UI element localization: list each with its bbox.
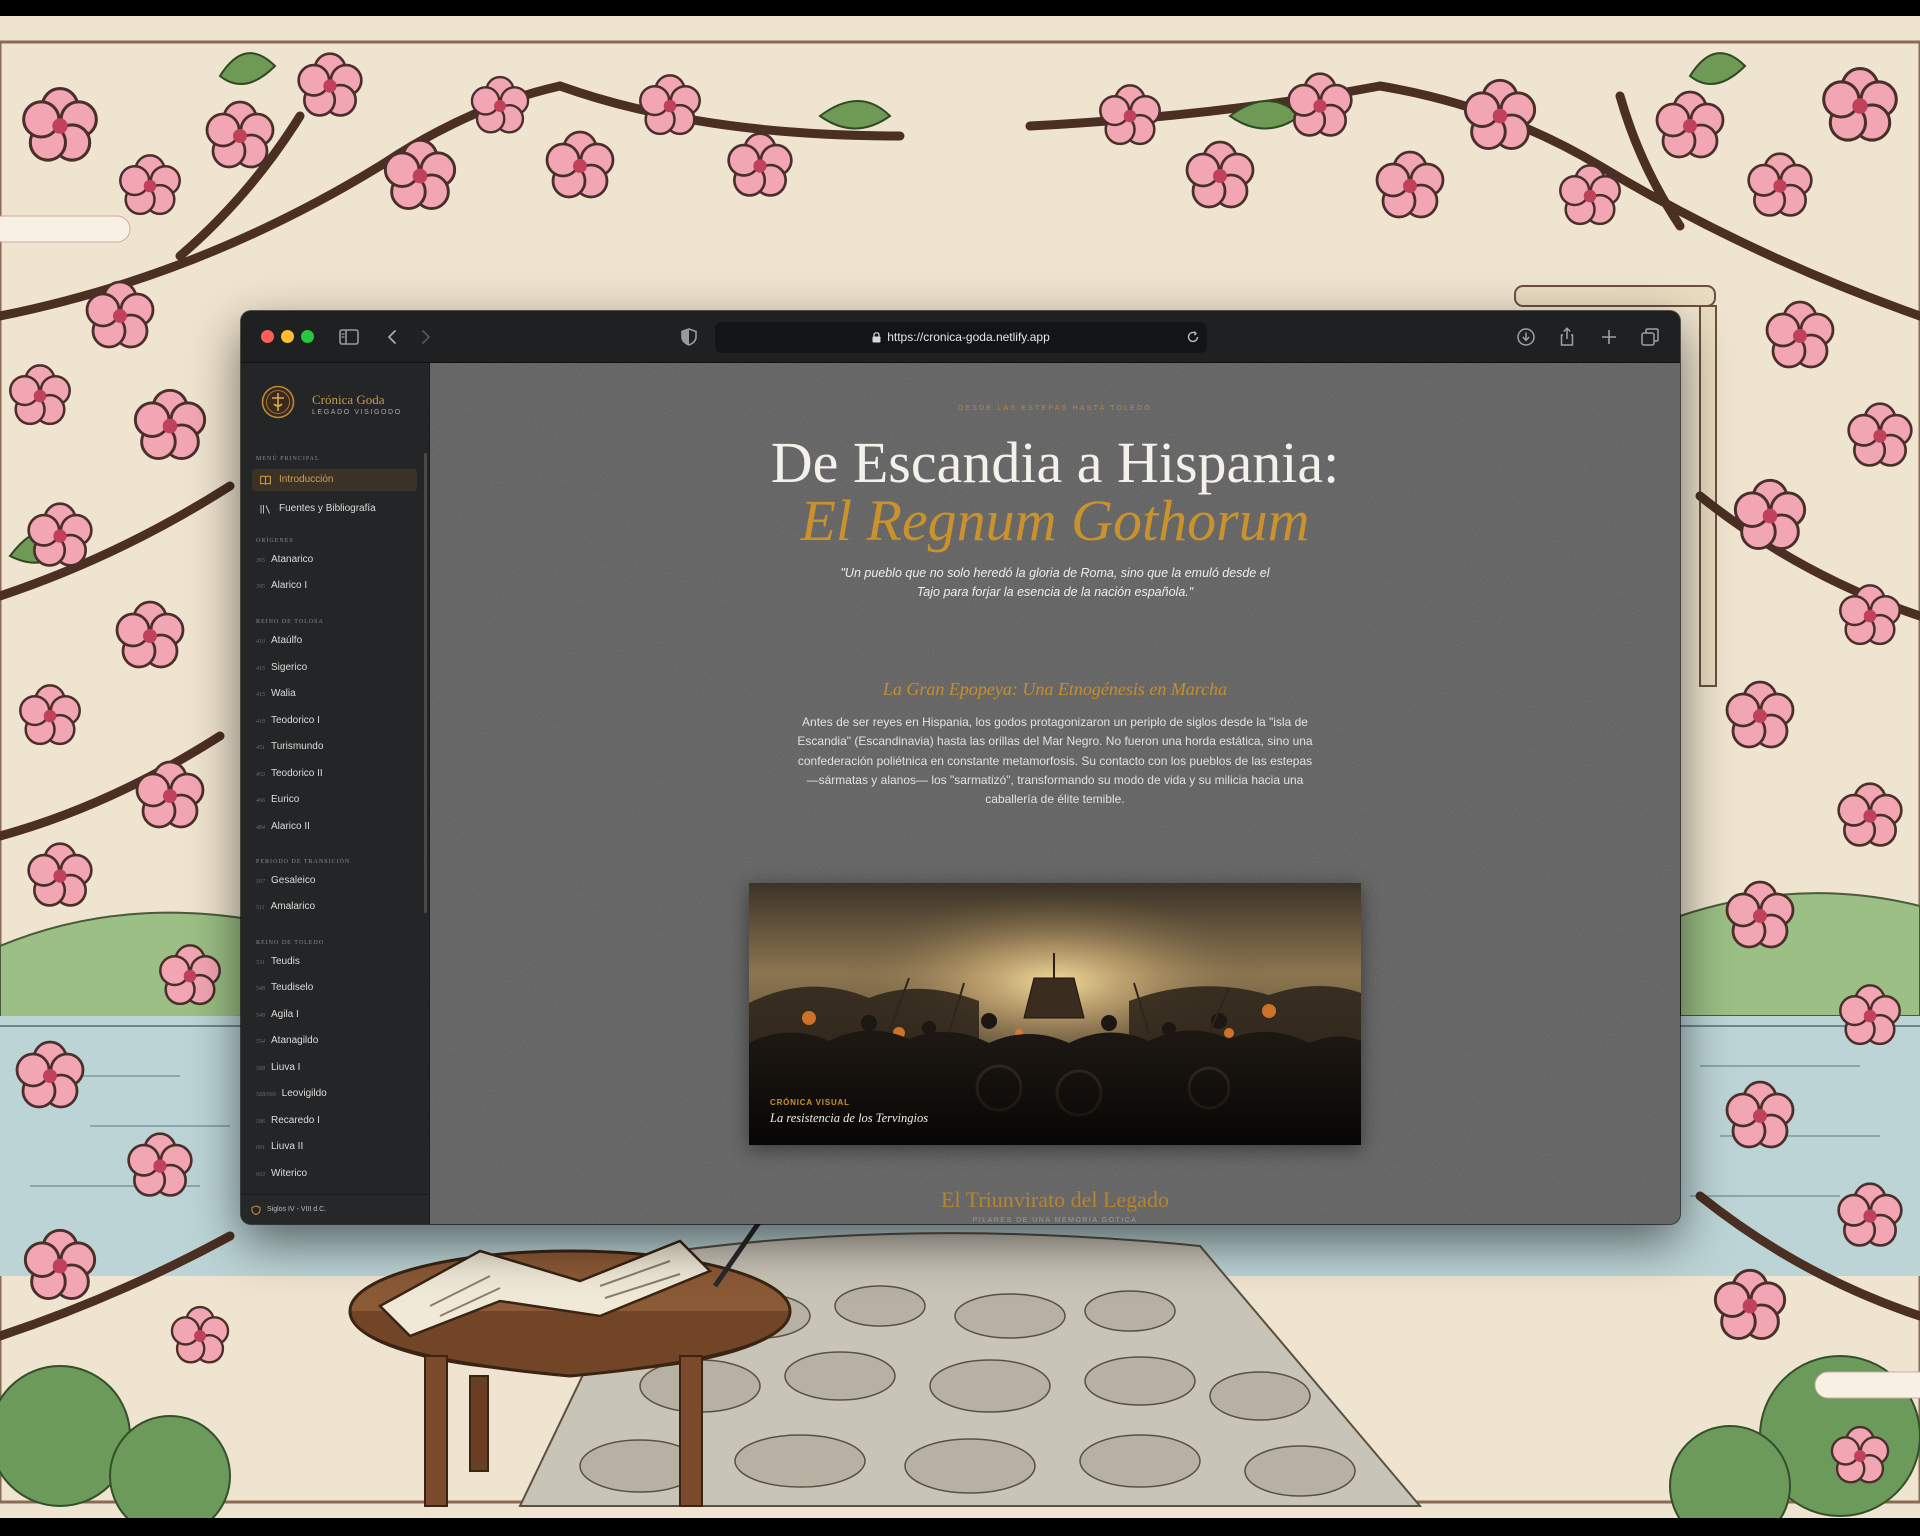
section-body: Antes de ser reyes en Hispania, los godo…: [797, 715, 1313, 807]
zoom-window-button[interactable]: [301, 330, 314, 343]
king-item[interactable]: 418 Teodorico I: [256, 713, 320, 729]
king-item[interactable]: 511 Amalarico: [256, 899, 315, 915]
battle-illustration[interactable]: CRÓNICA VISUAL La resistencia de los Ter…: [749, 883, 1361, 1145]
section-reino-toledo: REINO DE TOLEDO: [256, 940, 325, 946]
hero-quote: "Un pueblo que no solo heredó la gloria …: [840, 566, 1270, 599]
browser-toolbar: https://cronica-goda.netlify.app: [241, 311, 1680, 363]
forward-icon[interactable]: [413, 325, 437, 349]
sidebar-footer: Siglos IV - VIII d.C.: [241, 1194, 429, 1224]
brand-name: Crónica Goda: [312, 392, 385, 407]
nav-introduccion-label: Introducción: [279, 474, 334, 485]
nav-fuentes-label: Fuentes y Bibliografía: [279, 503, 376, 514]
figure-kicker: CRÓNICA VISUAL: [770, 1098, 850, 1107]
page-title: De Escandia a Hispania:: [770, 430, 1340, 495]
nav-fuentes-bibliografia[interactable]: Fuentes y Bibliografía: [252, 498, 417, 520]
king-item[interactable]: 415 Walia: [256, 686, 296, 702]
king-item[interactable]: 568 Liuva I: [256, 1060, 300, 1076]
sidebar-toggle-icon[interactable]: [337, 325, 361, 349]
section-periodo-transicion: PERIODO DE TRANSICIÓN: [256, 859, 351, 865]
shield-icon: [251, 1205, 261, 1215]
page-title-highlight: El Regnum Gothorum: [800, 488, 1310, 553]
king-item[interactable]: 451 Turismundo: [256, 739, 323, 755]
king-item[interactable]: 568/569 Leovigildo: [256, 1086, 327, 1102]
king-item[interactable]: 410 Ataúlfo: [256, 633, 302, 649]
king-item[interactable]: 507 Gesaleico: [256, 873, 315, 889]
library-icon: [260, 505, 270, 514]
king-item[interactable]: 554 Atanagildo: [256, 1033, 318, 1049]
king-item[interactable]: 548 Teudiselo: [256, 980, 313, 996]
king-item[interactable]: 453 Teodorico II: [256, 766, 323, 782]
nav-introduccion[interactable]: Introducción: [252, 469, 417, 491]
figure-caption: La resistencia de los Tervingios: [770, 1111, 929, 1125]
main-content: DESDE LAS ESTEPAS HASTA TOLEDO De Escand…: [430, 363, 1680, 1224]
king-item[interactable]: 395 Alarico I: [256, 578, 307, 594]
king-item[interactable]: 365 Atanarico: [256, 552, 313, 568]
king-item[interactable]: 531 Teudis: [256, 954, 300, 970]
browser-window: https://cronica-goda.netlify.app Crónica…: [241, 311, 1680, 1224]
hero-kicker: DESDE LAS ESTEPAS HASTA TOLEDO: [958, 405, 1152, 412]
sidebar-scrollbar[interactable]: [424, 453, 427, 913]
section-origenes: ORÍGENES: [256, 538, 294, 544]
lock-icon: [872, 332, 881, 343]
gothic-seal-icon: [261, 385, 295, 419]
king-item[interactable]: 603 Witerico: [256, 1166, 307, 1182]
king-item[interactable]: 466 Eurico: [256, 792, 299, 808]
king-item[interactable]: 549 Agila I: [256, 1007, 299, 1023]
minimize-window-button[interactable]: [281, 330, 294, 343]
section-title: La Gran Epopeya: Una Etnogénesis en Marc…: [882, 679, 1228, 699]
reload-icon[interactable]: [1185, 329, 1201, 345]
site-sidebar: Crónica Goda LEGADO VISIGODO MENÚ PRINCI…: [241, 363, 430, 1224]
back-icon[interactable]: [381, 325, 405, 349]
section-main-menu: MENÚ PRINCIPAL: [256, 456, 320, 462]
king-item[interactable]: 601 Liuva II: [256, 1139, 303, 1155]
next-section-title: El Triunvirato del Legado: [941, 1187, 1169, 1212]
brand-subtitle: LEGADO VISIGODO: [312, 409, 402, 416]
next-section-subtitle: PILARES DE UNA MEMORIA GÓTICA: [972, 1217, 1138, 1224]
king-item[interactable]: 415 Sigerico: [256, 660, 307, 676]
share-icon[interactable]: [1555, 325, 1579, 349]
king-item[interactable]: 484 Alarico II: [256, 819, 310, 835]
open-book-icon: [260, 475, 271, 485]
privacy-shield-icon[interactable]: [677, 325, 701, 349]
address-bar[interactable]: https://cronica-goda.netlify.app: [715, 322, 1207, 353]
section-reino-tolosa: REINO DE TOLOSA: [256, 619, 324, 625]
tab-overview-icon[interactable]: [1638, 325, 1662, 349]
download-icon[interactable]: [1514, 325, 1538, 349]
url-text: https://cronica-goda.netlify.app: [887, 330, 1050, 344]
close-window-button[interactable]: [261, 330, 274, 343]
new-tab-icon[interactable]: [1597, 325, 1621, 349]
king-item[interactable]: 586 Recaredo I: [256, 1113, 320, 1129]
era-label: Siglos IV - VIII d.C.: [267, 1206, 327, 1213]
